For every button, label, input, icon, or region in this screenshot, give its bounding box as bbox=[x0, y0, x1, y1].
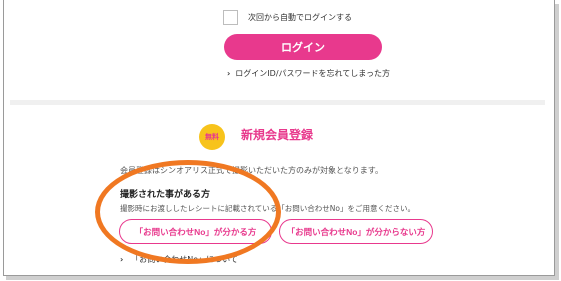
about-inquiry-number-label: 「お問い合わせNo」について bbox=[131, 255, 238, 264]
section-divider bbox=[10, 100, 545, 105]
forgot-password-label: ログインID/パスワードを忘れてしまった方 bbox=[235, 69, 390, 78]
photographed-description: 撮影時にお渡ししたレシートに記載されている「お問い合わせNo」をご用意ください。 bbox=[120, 204, 415, 213]
chevron-right-icon: › bbox=[227, 69, 231, 78]
register-title: 新規会員登録 bbox=[241, 128, 314, 142]
frame-shadow-right bbox=[555, 4, 559, 280]
unknown-inquiry-number-button[interactable]: 「お問い合わせNo」が分からない方 bbox=[279, 219, 433, 244]
login-button[interactable]: ログイン bbox=[224, 34, 382, 60]
auto-login-checkbox[interactable] bbox=[223, 10, 238, 25]
chevron-right-icon: › bbox=[120, 255, 124, 264]
register-description: 会員登録はシンオアリス正式で撮影いただいた方のみが対象となります。 bbox=[120, 166, 383, 175]
auto-login-label: 次回から自動でログインする bbox=[248, 13, 352, 22]
frame-shadow-bottom bbox=[6, 276, 558, 280]
auto-login-row: 次回から自動でログインする bbox=[223, 10, 352, 25]
photographed-heading: 撮影された事がある方 bbox=[120, 190, 211, 200]
about-inquiry-number-link[interactable]: › 「お問い合わせNo」について bbox=[120, 254, 238, 265]
know-inquiry-number-button[interactable]: 「お問い合わせNo」が分かる方 bbox=[119, 219, 272, 244]
forgot-password-link[interactable]: › ログインID/パスワードを忘れてしまった方 bbox=[227, 68, 390, 79]
free-badge: 無料 bbox=[199, 124, 225, 150]
